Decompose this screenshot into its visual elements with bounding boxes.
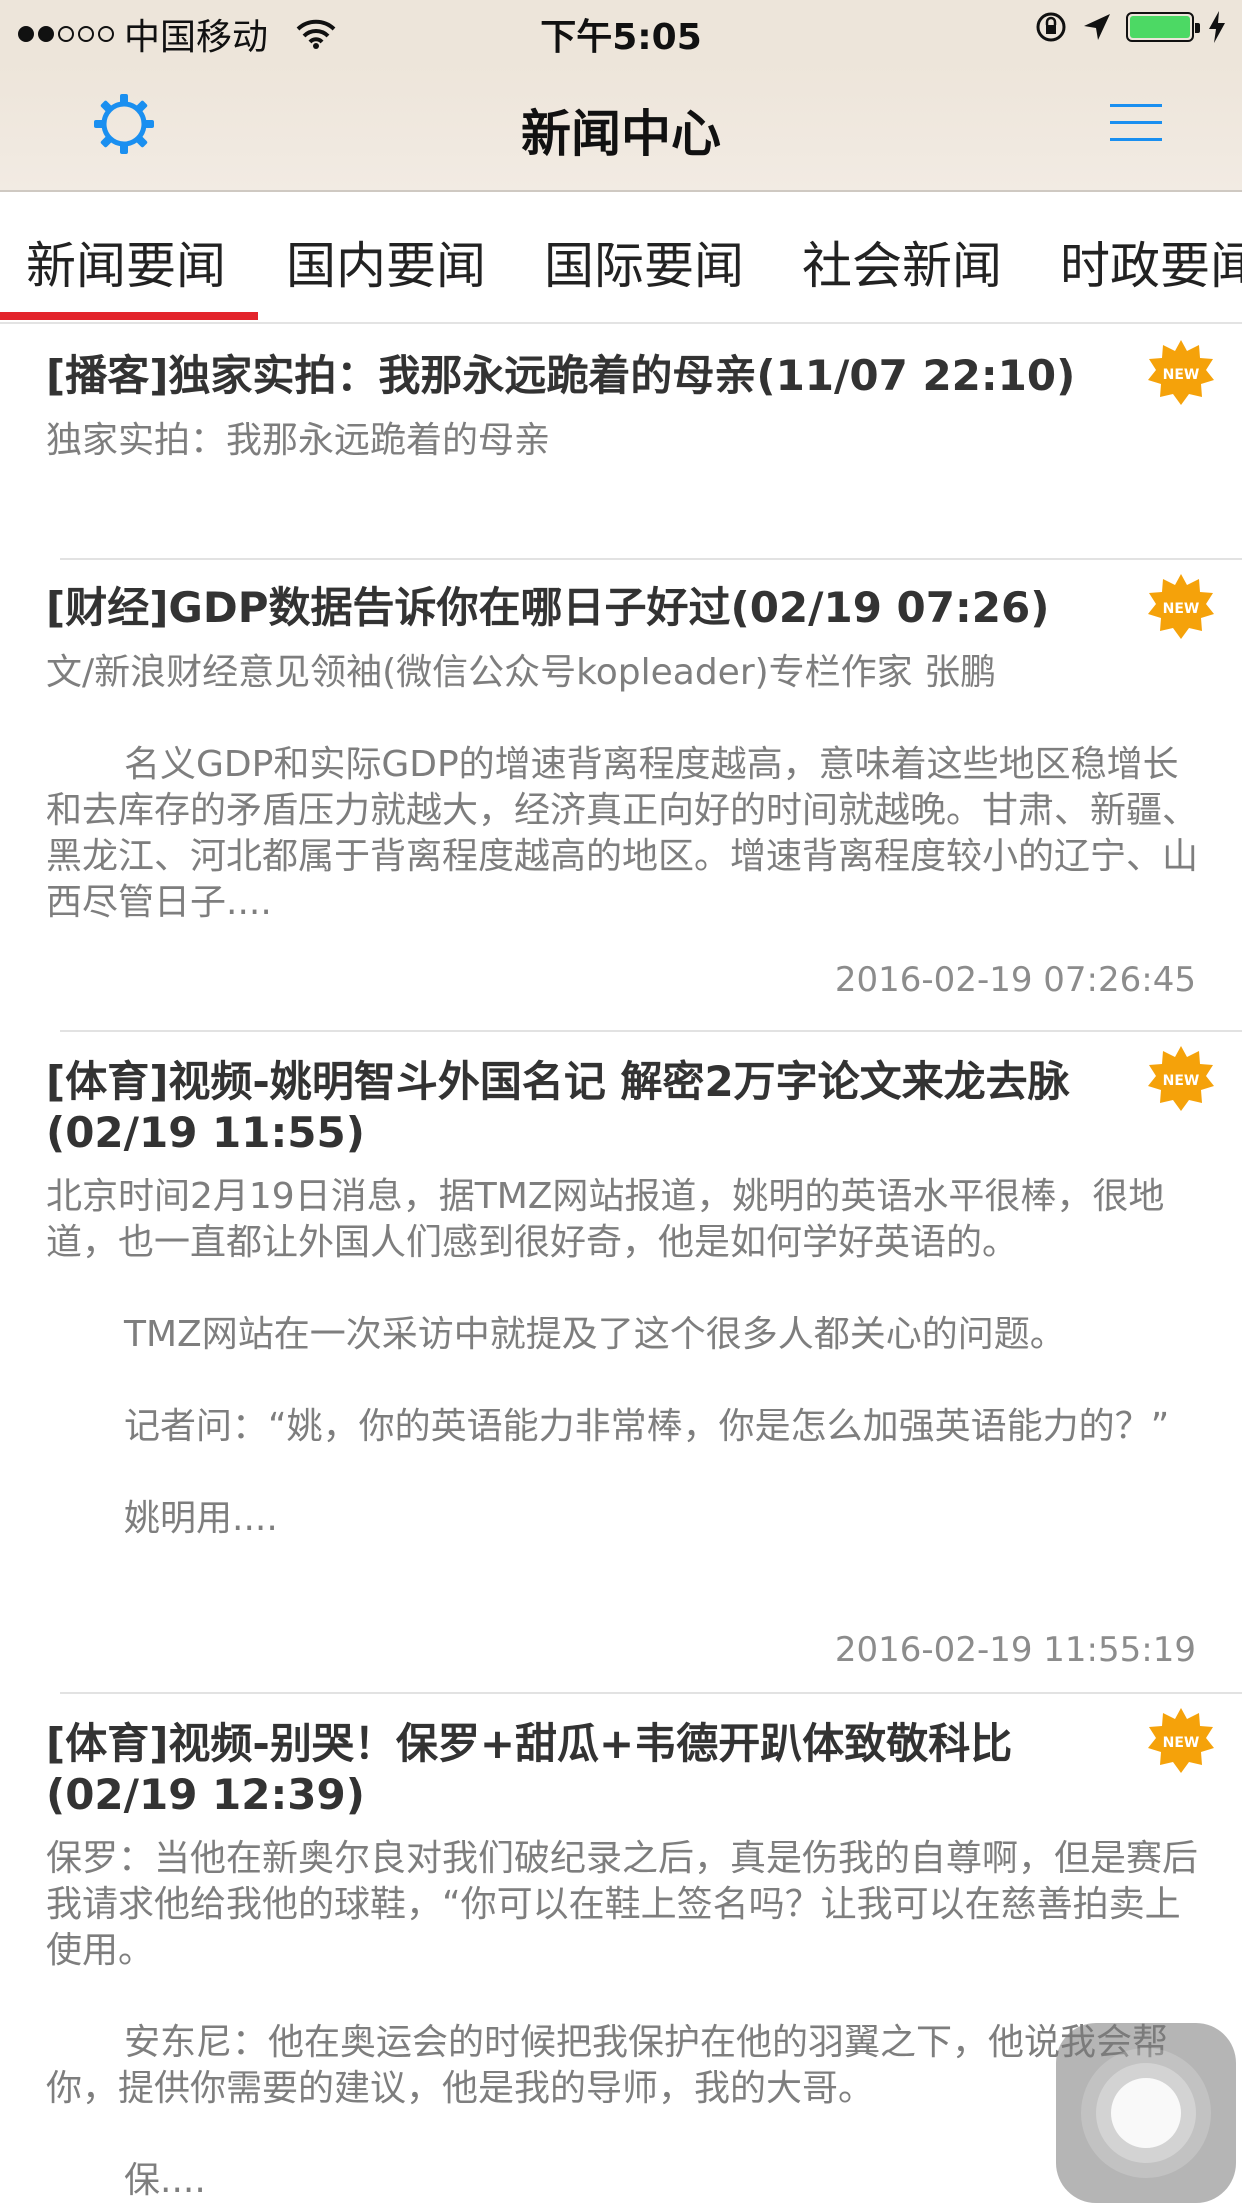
summary-paragraph: 名义GDP和实际GDP的增速背离程度越高，意味着这些地区稳增长和去库存的矛盾压力… — [46, 744, 1199, 923]
tab-domestic-news[interactable]: 国内要闻 — [286, 226, 486, 298]
category-tab-bar: 新闻要闻 国内要闻 国际要闻 社会新闻 时政要闻 — [0, 192, 1242, 324]
svg-text:NEW: NEW — [1163, 1073, 1200, 1089]
news-timestamp: 2016-02-19 07:26:45 — [834, 960, 1196, 1000]
news-title[interactable]: [体育]视频-姚明智斗外国名记 解密2万字论文来龙去脉(02/19 11:55) — [46, 1056, 1156, 1158]
summary-paragraph: 记者问：“姚，你的英语能力非常棒，你是怎么加强英语能力的？” — [124, 1406, 1170, 1447]
svg-text:NEW: NEW — [1163, 601, 1200, 617]
summary-paragraph: 文/新浪财经意见领袖(微信公众号kopleader)专栏作家 张鹏 — [46, 652, 997, 693]
summary-paragraph: TMZ网站在一次采访中就提及了这个很多人都关心的问题。 — [124, 1314, 1066, 1355]
status-right — [1034, 10, 1226, 44]
news-summary: 北京时间2月19日消息，据TMZ网站报道，姚明的英语水平很棒，很地道，也一直都让… — [46, 1174, 1206, 1542]
summary-paragraph: 姚明用.... — [124, 1498, 278, 1539]
active-tab-indicator — [0, 312, 258, 320]
news-title[interactable]: [播客]独家实拍：我那永远跪着的母亲(11/07 22:10) — [46, 350, 1156, 401]
tab-politics-news[interactable]: 时政要闻 — [1060, 226, 1242, 298]
tab-society-news[interactable]: 社会新闻 — [802, 226, 1002, 298]
news-title[interactable]: [财经]GDP数据告诉你在哪日子好过(02/19 07:26) — [46, 582, 1156, 633]
svg-text:NEW: NEW — [1163, 1735, 1200, 1751]
news-summary: 文/新浪财经意见领袖(微信公众号kopleader)专栏作家 张鹏 名义GDP和… — [46, 650, 1206, 926]
news-item[interactable]: [体育]视频-姚明智斗外国名记 解密2万字论文来龙去脉(02/19 11:55)… — [0, 1032, 1242, 1694]
news-feed[interactable]: [播客]独家实拍：我那永远跪着的母亲(11/07 22:10) NEW 独家实拍… — [0, 324, 1242, 2208]
new-badge-icon: NEW — [1148, 1708, 1214, 1773]
assistive-touch-button[interactable] — [1056, 2023, 1236, 2203]
summary-paragraph: 保罗：当他在新奥尔良对我们破纪录之后，真是伤我的自尊啊，但是赛后我请求他给我他的… — [46, 1838, 1199, 1971]
nav-bar: 新闻中心 — [0, 62, 1242, 192]
charging-bolt-icon — [1209, 11, 1225, 43]
news-summary: 保罗：当他在新奥尔良对我们破纪录之后，真是伤我的自尊啊，但是赛后我请求他给我他的… — [46, 1836, 1206, 2204]
news-item[interactable]: [财经]GDP数据告诉你在哪日子好过(02/19 07:26) NEW 文/新浪… — [0, 560, 1242, 1032]
summary-paragraph: 北京时间2月19日消息，据TMZ网站报道，姚明的英语水平很棒，很地道，也一直都让… — [46, 1176, 1165, 1263]
summary-paragraph: 安东尼：他在奥运会的时候把我保护在他的羽翼之下，他说我会帮你，提供你需要的建议，… — [46, 2022, 1169, 2109]
tab-international-news[interactable]: 国际要闻 — [544, 226, 744, 298]
page-title: 新闻中心 — [521, 105, 721, 163]
summary-paragraph: 保.... — [124, 2160, 206, 2201]
summary-line: 独家实拍：我那永远跪着的母亲 — [46, 420, 551, 461]
new-badge-icon: NEW — [1148, 340, 1214, 405]
news-timestamp: 2016-02-19 11:55:19 — [834, 1630, 1196, 1670]
status-bar: 中国移动 下午5:05 — [0, 0, 1242, 62]
location-arrow-icon — [1084, 14, 1110, 40]
tab-news-headlines[interactable]: 新闻要闻 — [26, 226, 226, 298]
hamburger-menu-icon[interactable] — [1110, 98, 1162, 148]
assistive-touch-core — [1111, 2078, 1181, 2148]
new-badge-icon: NEW — [1148, 1046, 1214, 1111]
news-title[interactable]: [体育]视频-别哭！保罗+甜瓜+韦德开趴体致敬科比(02/19 12:39) — [46, 1718, 1156, 1820]
news-summary: 独家实拍：我那永远跪着的母亲 — [46, 418, 1206, 464]
svg-text:NEW: NEW — [1163, 367, 1200, 383]
new-badge-icon: NEW — [1148, 574, 1214, 639]
news-item[interactable]: [播客]独家实拍：我那永远跪着的母亲(11/07 22:10) NEW 独家实拍… — [0, 324, 1242, 560]
orientation-lock-icon — [1036, 12, 1066, 42]
battery-icon — [1126, 12, 1200, 42]
